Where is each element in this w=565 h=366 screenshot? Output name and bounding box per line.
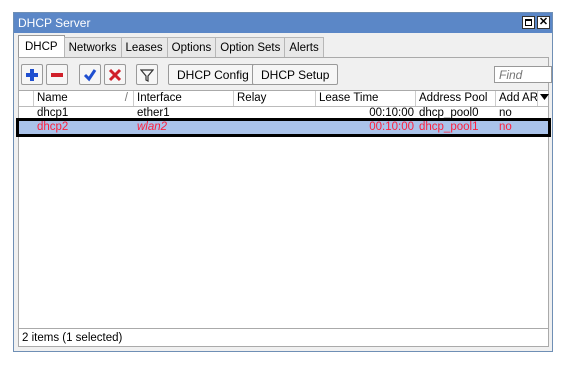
tab-networks[interactable]: Networks xyxy=(63,37,122,57)
column-add-arp[interactable]: Add AR xyxy=(496,91,538,106)
column-name[interactable]: Name / xyxy=(34,91,134,106)
sort-indicator: / xyxy=(124,92,128,104)
row-marker-header xyxy=(19,91,34,106)
find-input[interactable] xyxy=(494,66,552,83)
cell-interface: ether1 xyxy=(137,107,170,119)
cell-lease-time: 00:10:00 xyxy=(369,107,414,119)
toolbar: DHCP Config DHCP Setup xyxy=(19,58,552,90)
add-button[interactable] xyxy=(21,64,43,85)
window-title: DHCP Server xyxy=(18,16,91,30)
columns-menu-button[interactable] xyxy=(538,91,552,106)
dhcp-setup-button[interactable]: DHCP Setup xyxy=(252,64,339,85)
table-row-selected[interactable]: dhcp2 wlan2 00:10:00 dhcp_pool1 no xyxy=(16,118,551,137)
cell-lease-time: 00:10:00 xyxy=(369,121,414,133)
cell-add-arp: no xyxy=(499,107,512,119)
title-bar[interactable]: DHCP Server ✕ xyxy=(14,13,552,33)
dhcp-config-button[interactable]: DHCP Config xyxy=(168,64,258,85)
cell-name: dhcp2 xyxy=(37,121,69,133)
maximize-icon[interactable] xyxy=(522,16,535,29)
column-address-pool[interactable]: Address Pool xyxy=(416,91,496,106)
disable-button[interactable] xyxy=(104,64,126,85)
cell-relay xyxy=(234,107,316,120)
cell-address-pool: dhcp_pool1 xyxy=(419,121,479,133)
dhcp-server-table: Name / Interface Relay Lease Time Addres… xyxy=(16,90,551,328)
table-row[interactable]: dhcp1 ether1 00:10:00 dhcp_pool0 no xyxy=(19,107,548,120)
close-icon[interactable]: ✕ xyxy=(537,16,550,29)
funnel-icon xyxy=(140,68,154,82)
check-icon xyxy=(83,68,97,81)
tab-leases[interactable]: Leases xyxy=(120,37,168,57)
status-bar: 2 items (1 selected) xyxy=(19,328,548,346)
cell-add-arp: no xyxy=(499,121,512,133)
plus-icon xyxy=(26,68,38,81)
cell-interface: wlan2 xyxy=(137,121,168,133)
cell-relay xyxy=(234,121,316,134)
filter-button[interactable] xyxy=(136,64,158,85)
column-interface[interactable]: Interface xyxy=(134,91,234,106)
minus-icon xyxy=(51,72,63,77)
chevron-down-icon xyxy=(540,94,549,100)
tab-content: DHCP Config DHCP Setup Name / Interface … xyxy=(16,57,552,347)
tab-bar: DHCP Networks Leases Options Option Sets… xyxy=(18,35,324,57)
column-relay[interactable]: Relay xyxy=(234,91,316,106)
dhcp-server-window: DHCP Server ✕ DHCP Networks Leases Optio… xyxy=(13,12,553,352)
column-lease-time[interactable]: Lease Time xyxy=(316,91,416,106)
tab-option-sets[interactable]: Option Sets xyxy=(215,37,286,57)
cell-name: dhcp1 xyxy=(37,107,69,119)
x-icon xyxy=(108,68,122,81)
tab-dhcp[interactable]: DHCP xyxy=(18,35,65,57)
tab-options[interactable]: Options xyxy=(166,37,217,57)
enable-button[interactable] xyxy=(79,64,101,85)
tab-alerts[interactable]: Alerts xyxy=(284,37,324,57)
cell-address-pool: dhcp_pool0 xyxy=(419,107,479,119)
remove-button[interactable] xyxy=(46,64,68,85)
table-header: Name / Interface Relay Lease Time Addres… xyxy=(19,91,549,107)
